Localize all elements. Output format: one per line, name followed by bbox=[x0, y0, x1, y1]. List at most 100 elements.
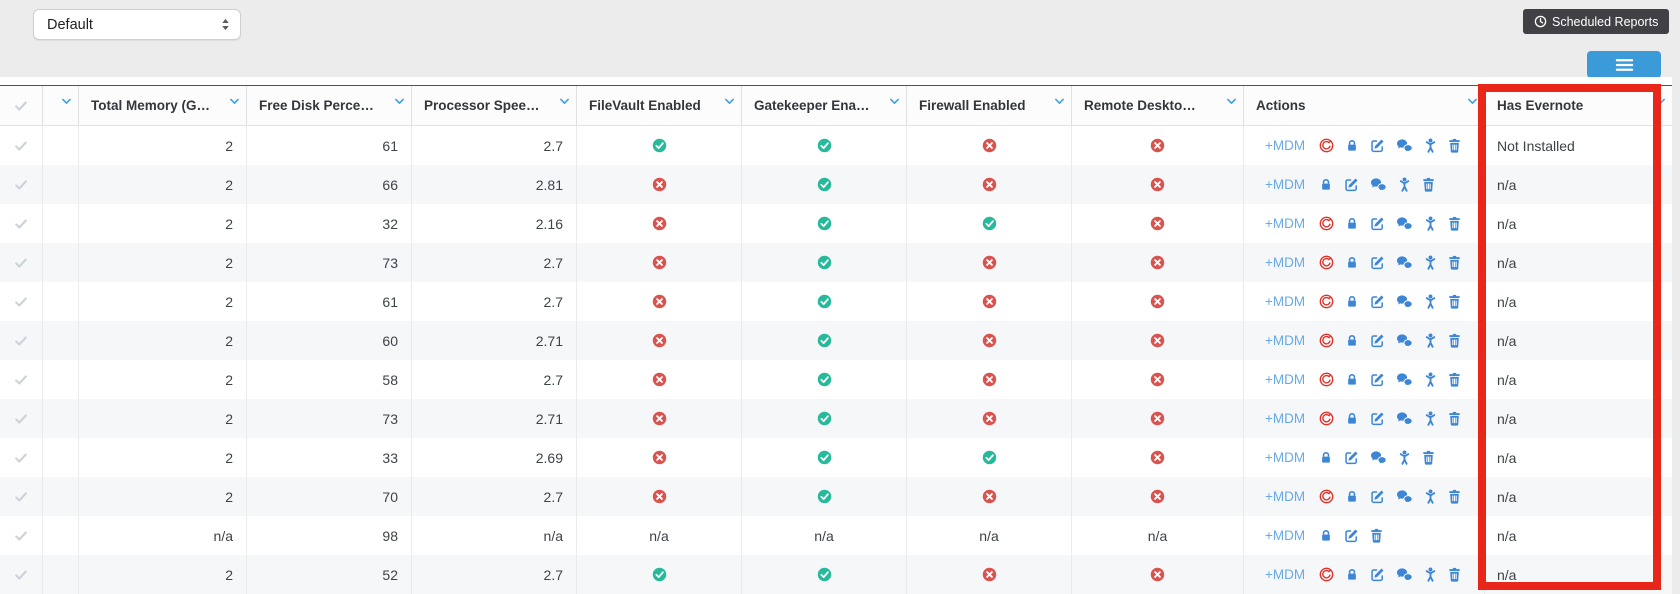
watchman-icon[interactable] bbox=[1319, 138, 1334, 153]
edit-icon[interactable] bbox=[1370, 489, 1385, 504]
trash-icon[interactable] bbox=[1448, 372, 1461, 387]
trash-icon[interactable] bbox=[1448, 255, 1461, 270]
watchman-icon[interactable] bbox=[1319, 411, 1334, 426]
mdm-enroll-link[interactable]: +MDM bbox=[1265, 528, 1305, 543]
lock-icon[interactable] bbox=[1345, 138, 1359, 153]
edit-icon[interactable] bbox=[1344, 450, 1359, 465]
lock-icon[interactable] bbox=[1319, 450, 1333, 465]
column-header-expand[interactable] bbox=[43, 86, 79, 125]
column-header-processor[interactable]: Processor Spee… bbox=[412, 86, 577, 125]
user-icon[interactable] bbox=[1424, 411, 1437, 426]
view-select[interactable]: Default bbox=[33, 9, 241, 40]
watchman-icon[interactable] bbox=[1319, 372, 1334, 387]
lock-icon[interactable] bbox=[1319, 528, 1333, 543]
lock-icon[interactable] bbox=[1345, 489, 1359, 504]
watchman-icon[interactable] bbox=[1319, 216, 1334, 231]
comments-icon[interactable] bbox=[1396, 489, 1413, 504]
lock-icon[interactable] bbox=[1345, 333, 1359, 348]
comments-icon[interactable] bbox=[1396, 333, 1413, 348]
edit-icon[interactable] bbox=[1370, 411, 1385, 426]
user-icon[interactable] bbox=[1398, 450, 1411, 465]
watchman-icon[interactable] bbox=[1319, 255, 1334, 270]
row-select-check[interactable] bbox=[0, 243, 43, 282]
lock-icon[interactable] bbox=[1345, 255, 1359, 270]
column-header-firewall[interactable]: Firewall Enabled bbox=[907, 86, 1072, 125]
user-icon[interactable] bbox=[1424, 372, 1437, 387]
mdm-enroll-link[interactable]: +MDM bbox=[1265, 372, 1305, 387]
mdm-enroll-link[interactable]: +MDM bbox=[1265, 255, 1305, 270]
column-header-remote[interactable]: Remote Deskto… bbox=[1072, 86, 1244, 125]
watchman-icon[interactable] bbox=[1319, 294, 1334, 309]
watchman-icon[interactable] bbox=[1319, 567, 1334, 582]
mdm-enroll-link[interactable]: +MDM bbox=[1265, 450, 1305, 465]
comments-icon[interactable] bbox=[1396, 255, 1413, 270]
edit-icon[interactable] bbox=[1370, 138, 1385, 153]
column-header-actions[interactable]: Actions bbox=[1244, 86, 1485, 125]
row-select-check[interactable] bbox=[0, 438, 43, 477]
comments-icon[interactable] bbox=[1396, 216, 1413, 231]
trash-icon[interactable] bbox=[1448, 138, 1461, 153]
trash-icon[interactable] bbox=[1370, 528, 1383, 543]
row-select-check[interactable] bbox=[0, 399, 43, 438]
user-icon[interactable] bbox=[1424, 333, 1437, 348]
mdm-enroll-link[interactable]: +MDM bbox=[1265, 489, 1305, 504]
row-select-check[interactable] bbox=[0, 282, 43, 321]
select-all-check-icon[interactable] bbox=[14, 99, 28, 113]
row-select-check[interactable] bbox=[0, 126, 43, 165]
row-select-check[interactable] bbox=[0, 477, 43, 516]
mdm-enroll-link[interactable]: +MDM bbox=[1265, 411, 1305, 426]
menu-button[interactable] bbox=[1587, 51, 1661, 78]
user-icon[interactable] bbox=[1424, 138, 1437, 153]
trash-icon[interactable] bbox=[1448, 489, 1461, 504]
mdm-enroll-link[interactable]: +MDM bbox=[1265, 333, 1305, 348]
user-icon[interactable] bbox=[1398, 177, 1411, 192]
scheduled-reports-button[interactable]: Scheduled Reports bbox=[1523, 9, 1670, 34]
lock-icon[interactable] bbox=[1345, 372, 1359, 387]
comments-icon[interactable] bbox=[1396, 567, 1413, 582]
watchman-icon[interactable] bbox=[1319, 489, 1334, 504]
row-select-check[interactable] bbox=[0, 555, 43, 594]
edit-icon[interactable] bbox=[1370, 216, 1385, 231]
row-select-check[interactable] bbox=[0, 165, 43, 204]
lock-icon[interactable] bbox=[1345, 294, 1359, 309]
column-header-memory[interactable]: Total Memory (G… bbox=[79, 86, 247, 125]
lock-icon[interactable] bbox=[1345, 216, 1359, 231]
mdm-enroll-link[interactable]: +MDM bbox=[1265, 216, 1305, 231]
user-icon[interactable] bbox=[1424, 567, 1437, 582]
trash-icon[interactable] bbox=[1422, 450, 1435, 465]
mdm-enroll-link[interactable]: +MDM bbox=[1265, 138, 1305, 153]
mdm-enroll-link[interactable]: +MDM bbox=[1265, 177, 1305, 192]
user-icon[interactable] bbox=[1424, 294, 1437, 309]
lock-icon[interactable] bbox=[1319, 177, 1333, 192]
row-select-check[interactable] bbox=[0, 360, 43, 399]
edit-icon[interactable] bbox=[1370, 294, 1385, 309]
user-icon[interactable] bbox=[1424, 216, 1437, 231]
row-select-check[interactable] bbox=[0, 204, 43, 243]
lock-icon[interactable] bbox=[1345, 567, 1359, 582]
column-header-gatekeeper[interactable]: Gatekeeper Ena… bbox=[742, 86, 907, 125]
edit-icon[interactable] bbox=[1370, 255, 1385, 270]
edit-icon[interactable] bbox=[1344, 528, 1359, 543]
edit-icon[interactable] bbox=[1344, 177, 1359, 192]
trash-icon[interactable] bbox=[1448, 567, 1461, 582]
comments-icon[interactable] bbox=[1396, 294, 1413, 309]
row-select-check[interactable] bbox=[0, 516, 43, 555]
comments-icon[interactable] bbox=[1396, 372, 1413, 387]
trash-icon[interactable] bbox=[1448, 333, 1461, 348]
comments-icon[interactable] bbox=[1396, 138, 1413, 153]
comments-icon[interactable] bbox=[1370, 450, 1387, 465]
trash-icon[interactable] bbox=[1448, 294, 1461, 309]
user-icon[interactable] bbox=[1424, 255, 1437, 270]
edit-icon[interactable] bbox=[1370, 333, 1385, 348]
row-select-check[interactable] bbox=[0, 321, 43, 360]
column-header-filevault[interactable]: FileVault Enabled bbox=[577, 86, 742, 125]
lock-icon[interactable] bbox=[1345, 411, 1359, 426]
trash-icon[interactable] bbox=[1448, 411, 1461, 426]
edit-icon[interactable] bbox=[1370, 567, 1385, 582]
column-header-disk[interactable]: Free Disk Perce… bbox=[247, 86, 412, 125]
watchman-icon[interactable] bbox=[1319, 333, 1334, 348]
user-icon[interactable] bbox=[1424, 489, 1437, 504]
mdm-enroll-link[interactable]: +MDM bbox=[1265, 294, 1305, 309]
edit-icon[interactable] bbox=[1370, 372, 1385, 387]
comments-icon[interactable] bbox=[1396, 411, 1413, 426]
